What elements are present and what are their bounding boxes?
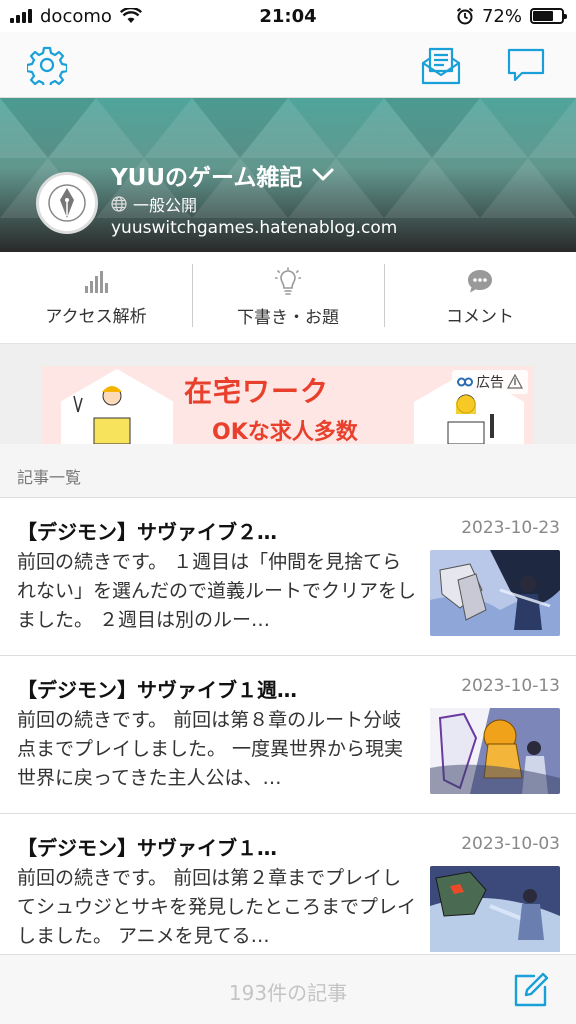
battery-percent: 72% (481, 5, 522, 27)
visibility-status: 一般公開 (111, 192, 197, 216)
globe-icon (111, 196, 127, 212)
ad-network-icon (457, 377, 473, 387)
messages-button[interactable] (503, 42, 549, 88)
speech-bubble-icon (507, 48, 545, 82)
article-title: 【デジモン】サヴァイブ１週… (17, 678, 297, 702)
drafts-topics-button[interactable]: 下書き・お題 (192, 252, 384, 343)
gear-icon (27, 46, 67, 85)
comments-button[interactable]: コメント (384, 252, 576, 343)
ad-label-text: 広告 (476, 375, 504, 391)
blog-avatar[interactable] (36, 172, 98, 234)
ad-subline: OKな求人多数 (212, 420, 358, 445)
pen-nib-icon (48, 184, 86, 222)
alarm-icon (456, 7, 474, 25)
article-list-header: 記事一覧 (0, 444, 576, 498)
battery-icon (530, 8, 567, 24)
article-date: 2023-10-23 (461, 518, 560, 538)
article-excerpt: 前回の続きです。 前回は第８章のルート分岐点までプレイしました。 一度異世界から… (17, 709, 404, 789)
visibility-label: 一般公開 (133, 196, 198, 215)
top-toolbar (0, 32, 576, 98)
compose-icon (514, 972, 549, 1007)
info-icon (507, 374, 523, 389)
article-title: 【デジモン】サヴァイブ１… (17, 836, 277, 860)
ad-label[interactable]: 広告 (452, 370, 528, 394)
article-thumbnail (430, 708, 560, 794)
ad-headline: 在宅ワーク (184, 370, 330, 410)
article-date: 2023-10-13 (461, 676, 560, 696)
settings-button[interactable] (24, 42, 70, 88)
article-item[interactable]: 【デジモン】サヴァイブ１… 2023-10-03 前回の続きです。 前回は第２章… (0, 814, 576, 972)
ad-container: 在宅ワーク OKな求人多数 広告 (0, 344, 576, 445)
blog-title-text: YUUのゲーム雑記 (111, 165, 303, 191)
blog-actions: アクセス解析 下書き・お題 コメント (0, 252, 576, 344)
article-thumbnail (430, 866, 560, 952)
blog-title[interactable]: YUUのゲーム雑記 (111, 158, 334, 192)
action-label-analytics: アクセス解析 (45, 307, 147, 327)
article-excerpt: 前回の続きです。 前回は第２章までプレイしてシュウジとサキを発見したところまでプ… (17, 867, 417, 947)
article-thumbnail (430, 550, 560, 636)
bar-chart-icon (85, 271, 108, 293)
subscriptions-button[interactable] (418, 42, 464, 88)
lightbulb-icon (275, 267, 301, 295)
compose-button[interactable] (512, 971, 550, 1009)
article-excerpt: 前回の続きです。 １週目は「仲間を見捨てられない」を選んだので道義ルートでクリア… (17, 551, 417, 631)
status-bar: docomo 21:04 72% (0, 0, 576, 32)
article-count: 193件の記事 (228, 981, 348, 1005)
bottom-bar: 193件の記事 (0, 954, 576, 1024)
article-date: 2023-10-03 (461, 834, 560, 854)
blog-header[interactable]: YUUのゲーム雑記 一般公開 yuuswitchgames.hatenablog… (0, 98, 576, 252)
blog-url: yuuswitchgames.hatenablog.com (111, 218, 398, 238)
article-title: 【デジモン】サヴァイブ２… (17, 520, 277, 544)
action-label-comments: コメント (446, 307, 514, 327)
article-item[interactable]: 【デジモン】サヴァイブ１週… 2023-10-13 前回の続きです。 前回は第８… (0, 656, 576, 814)
envelope-icon (421, 47, 461, 85)
access-analytics-button[interactable]: アクセス解析 (0, 252, 192, 343)
ad-illustration-left (61, 368, 173, 444)
article-item[interactable]: 【デジモン】サヴァイブ２… 2023-10-23 前回の続きです。 １週目は「仲… (0, 498, 576, 656)
comment-icon (468, 270, 492, 293)
chevron-down-icon (312, 168, 334, 181)
action-label-drafts: 下書き・お題 (237, 308, 339, 328)
